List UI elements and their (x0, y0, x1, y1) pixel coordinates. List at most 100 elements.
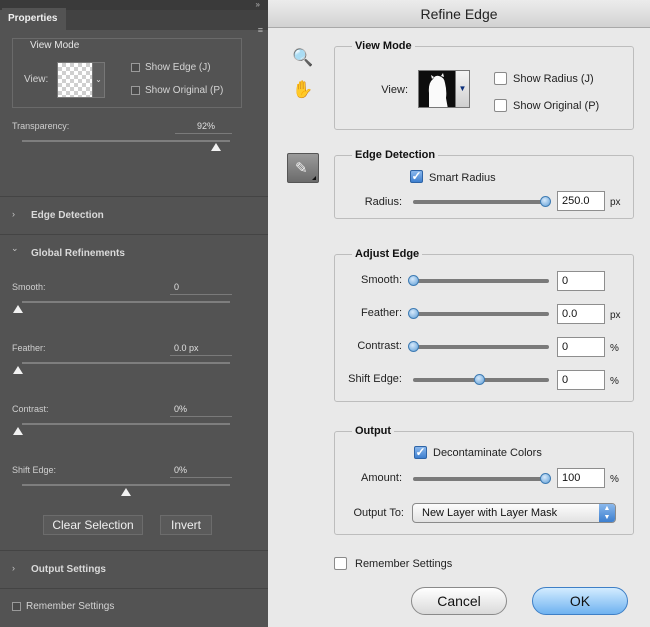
smooth-value[interactable]: 0 (174, 282, 179, 292)
clear-selection-button[interactable]: Clear Selection (43, 515, 143, 535)
refine-edge-dialog: Refine Edge 🔍 ✋ ✎ View Mode View: ▼ Show… (268, 0, 650, 627)
contrast-slider-track[interactable] (22, 423, 230, 425)
view-thumbnail[interactable] (418, 70, 456, 108)
chevron-down-icon[interactable]: ⌄ (11, 243, 19, 254)
divider (0, 588, 268, 589)
radius-label: Radius: (364, 196, 402, 208)
ok-button[interactable]: OK (532, 587, 628, 615)
zoom-tool-icon[interactable]: 🔍 (292, 48, 313, 68)
transparency-value-underline (175, 133, 232, 134)
smooth-field[interactable]: 0 (557, 271, 605, 291)
shift-edge-unit: % (610, 376, 619, 387)
checkmark-icon: ✓ (411, 169, 422, 183)
radius-slider-knob[interactable] (540, 196, 551, 207)
show-radius-checkbox[interactable] (494, 72, 507, 85)
silhouette-icon (419, 71, 455, 107)
shift-edge-slider-knob[interactable] (474, 374, 485, 385)
feather-slider-track[interactable] (22, 362, 230, 364)
smooth-slider-track[interactable] (413, 279, 549, 283)
show-original-label: Show Original (P) (513, 100, 600, 112)
contrast-unit: % (610, 343, 619, 354)
shift-edge-value[interactable]: 0% (174, 465, 187, 475)
remember-settings-checkbox[interactable] (334, 557, 347, 570)
show-original-label: Show Original (P) (145, 85, 224, 96)
decontaminate-colors-checkbox[interactable]: ✓ (414, 446, 427, 459)
view-dropdown[interactable]: ▼ (456, 70, 470, 108)
amount-slider-knob[interactable] (540, 473, 551, 484)
remember-settings-label: Remember Settings (355, 558, 453, 570)
contrast-label: Contrast: (12, 404, 49, 414)
show-edge-checkbox[interactable] (131, 63, 140, 72)
feather-slider-track[interactable] (413, 312, 549, 316)
show-original-checkbox[interactable] (131, 86, 140, 95)
decontaminate-colors-label: Decontaminate Colors (433, 447, 542, 459)
tab-strip: ≡ (66, 10, 268, 35)
show-edge-label: Show Edge (J) (145, 62, 211, 73)
radius-unit: px (610, 197, 621, 208)
chevron-down-icon: ▼ (458, 84, 467, 93)
feather-field[interactable]: 0.0 (557, 304, 605, 324)
smooth-slider-knob[interactable] (408, 275, 419, 286)
smooth-slider-thumb[interactable] (13, 305, 23, 313)
contrast-slider-knob[interactable] (408, 341, 419, 352)
divider (0, 234, 268, 235)
hand-tool-icon[interactable]: ✋ (292, 80, 313, 100)
shift-edge-slider-track[interactable] (22, 484, 230, 486)
shift-edge-slider-thumb[interactable] (121, 488, 131, 496)
brush-icon: ✎ (295, 160, 308, 177)
radius-field[interactable]: 250.0 (557, 191, 605, 211)
contrast-label: Contrast: (357, 340, 402, 352)
feather-value[interactable]: 0.0 px (174, 343, 199, 353)
panel-menu-icon[interactable]: ≡ (258, 25, 263, 35)
shift-edge-field[interactable]: 0 (557, 370, 605, 390)
feather-label: Feather: (12, 343, 46, 353)
tool-flyout-corner-icon (312, 176, 316, 180)
transparency-slider-track[interactable] (22, 140, 230, 142)
amount-slider-track[interactable] (413, 477, 549, 481)
smart-radius-label: Smart Radius (429, 172, 496, 184)
smart-radius-checkbox[interactable]: ✓ (410, 170, 423, 183)
tab-properties[interactable]: Properties (2, 8, 66, 30)
smooth-value-underline (170, 294, 232, 295)
feather-slider-thumb[interactable] (13, 366, 23, 374)
smooth-label: Smooth: (12, 282, 46, 292)
show-original-checkbox[interactable] (494, 99, 507, 112)
amount-field[interactable]: 100 (557, 468, 605, 488)
view-mode-thumbnail[interactable] (57, 62, 93, 98)
view-mode-title: View Mode (352, 40, 415, 52)
contrast-field[interactable]: 0 (557, 337, 605, 357)
transparency-slider-thumb[interactable] (211, 143, 221, 151)
invert-button[interactable]: Invert (160, 515, 212, 535)
output-title: Output (352, 425, 395, 437)
collapse-panel-icon[interactable]: » (256, 0, 260, 10)
section-global-refinements[interactable]: Global Refinements (31, 248, 125, 259)
shift-edge-value-underline (170, 477, 232, 478)
contrast-slider-track[interactable] (413, 345, 549, 349)
dialog-title: Refine Edge (268, 0, 650, 28)
amount-unit: % (610, 474, 619, 485)
feather-slider-knob[interactable] (408, 308, 419, 319)
smooth-slider-track[interactable] (22, 301, 230, 303)
remember-settings-checkbox[interactable] (12, 602, 21, 611)
checkmark-icon: ✓ (415, 445, 426, 459)
section-edge-detection[interactable]: Edge Detection (31, 210, 104, 221)
output-to-value: New Layer with Layer Mask (422, 507, 558, 519)
view-mode-dropdown[interactable]: ⌄ (93, 62, 105, 98)
transparency-value[interactable]: 92% (197, 121, 215, 131)
contrast-value[interactable]: 0% (174, 404, 187, 414)
smooth-label: Smooth: (361, 274, 402, 286)
contrast-value-underline (170, 416, 232, 417)
shift-edge-label: Shift Edge: (12, 465, 57, 475)
output-to-select[interactable]: New Layer with Layer Mask ▲ ▼ (412, 503, 616, 523)
chevron-right-icon[interactable]: › (12, 563, 15, 573)
feather-value-underline (170, 355, 232, 356)
refine-radius-tool[interactable]: ✎ (287, 153, 319, 183)
chevron-down-icon: ⌄ (95, 75, 102, 84)
section-output-settings[interactable]: Output Settings (31, 564, 106, 575)
cancel-button[interactable]: Cancel (411, 587, 507, 615)
contrast-slider-thumb[interactable] (13, 427, 23, 435)
divider (0, 550, 268, 551)
radius-slider-track[interactable] (413, 200, 549, 204)
shift-edge-label: Shift Edge: (348, 373, 402, 385)
chevron-right-icon[interactable]: › (12, 209, 15, 219)
